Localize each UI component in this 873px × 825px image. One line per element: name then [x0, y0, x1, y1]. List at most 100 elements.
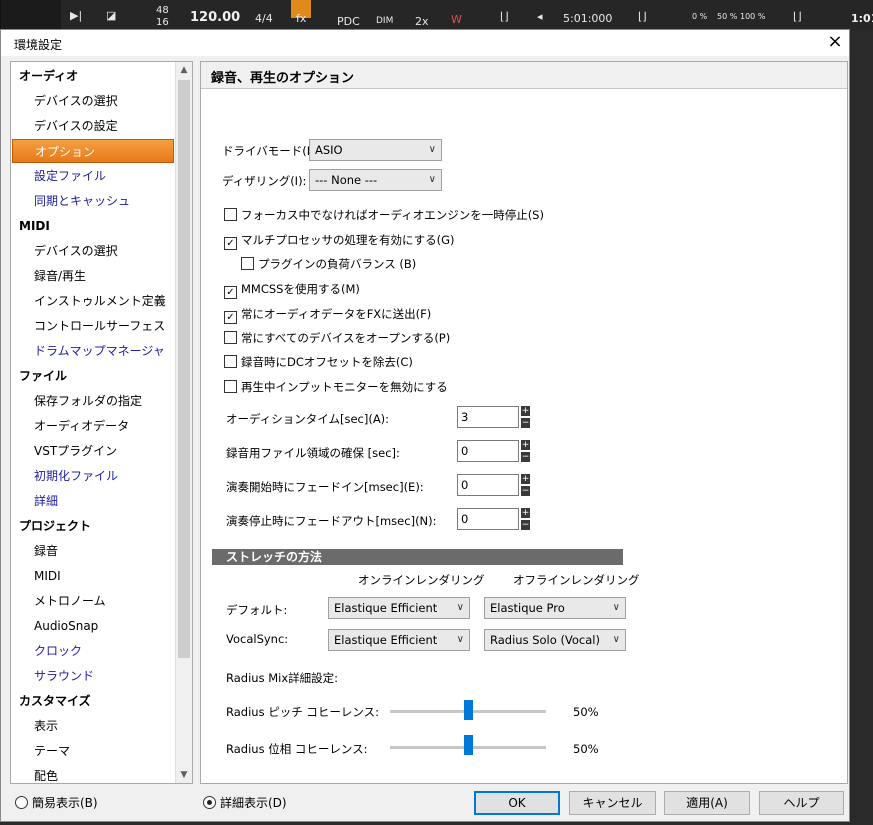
pitch-coherence-label: Radius ピッチ コヒーレンス:	[226, 705, 380, 719]
dithering-value: --- None ---	[315, 173, 378, 187]
tree-category[interactable]: カスタマイズ	[11, 689, 184, 713]
option-checkbox[interactable]: 常にすべてのデバイスをオープンする(P)	[224, 330, 450, 346]
loop-start-icon[interactable]: ⌊⌋	[500, 10, 509, 23]
tree-item[interactable]: 配色	[11, 764, 176, 783]
chevron-down-icon: ∨	[612, 602, 620, 613]
numeric-label: オーディションタイム[sec](A):	[226, 412, 390, 426]
spin-buttons: + −	[521, 474, 530, 496]
simple-view-radio[interactable]: 簡易表示(B)	[15, 796, 98, 810]
tree-item[interactable]: 保存フォルダの指定	[11, 389, 176, 413]
pdc-button[interactable]: PDC	[337, 15, 360, 28]
scroll-up-icon[interactable]: ▲	[176, 62, 192, 78]
punch-icon[interactable]: ⌊⌋	[638, 10, 647, 23]
pitch-coherence-thumb[interactable]	[464, 700, 473, 720]
tree-category[interactable]: プロジェクト	[11, 514, 184, 538]
tree-item[interactable]: インストゥルメント定義	[11, 289, 176, 313]
phase-coherence-thumb[interactable]	[464, 735, 473, 755]
tree-item[interactable]: デバイスの設定	[11, 114, 176, 138]
spin-buttons: + −	[521, 508, 530, 530]
tree-item[interactable]: オーディオデータ	[11, 414, 176, 438]
play-icon[interactable]: ▶|	[70, 9, 82, 22]
tree-item[interactable]: 設定ファイル	[11, 164, 176, 188]
checkbox-icon	[224, 355, 237, 368]
default-online-value: Elastique Efficient	[334, 601, 438, 615]
checkbox-label: フォーカス中でなければオーディオエンジンを一時停止(S)	[241, 208, 544, 222]
marker-icon[interactable]: ◂	[537, 10, 543, 23]
tree-item[interactable]: MIDI	[11, 564, 176, 588]
chevron-down-icon: ∨	[456, 634, 464, 645]
default-online-select[interactable]: Elastique Efficient ∨	[328, 597, 470, 619]
tree-scrollbar[interactable]: ▲ ▼	[175, 62, 192, 783]
checkbox-icon	[224, 331, 237, 344]
option-checkbox[interactable]: プラグインの負荷バランス (B)	[241, 256, 416, 272]
plus-icon[interactable]: +	[521, 508, 530, 518]
minus-icon[interactable]: −	[521, 452, 530, 462]
ok-button[interactable]: OK	[474, 791, 560, 815]
detail-view-radio[interactable]: 詳細表示(D)	[203, 796, 287, 810]
minus-icon[interactable]: −	[521, 418, 530, 428]
option-checkbox[interactable]: 再生中インプットモニターを無効にする	[224, 379, 448, 395]
tree-item[interactable]: コントロールサーフェス	[11, 314, 176, 338]
minus-icon[interactable]: −	[521, 520, 530, 530]
scrollbar-thumb[interactable]	[178, 80, 190, 658]
checkmark-icon: ✓	[224, 311, 237, 324]
dithering-select[interactable]: --- None --- ∨	[309, 169, 442, 191]
tree-item[interactable]: 録音	[11, 539, 176, 563]
vocalsync-offline-select[interactable]: Radius Solo (Vocal) ∨	[484, 629, 626, 651]
tree-item[interactable]: 初期化ファイル	[11, 464, 176, 488]
tree-item[interactable]: サラウンド	[11, 664, 176, 688]
plus-icon[interactable]: +	[521, 440, 530, 450]
tree-item[interactable]: メトロノーム	[11, 589, 176, 613]
tree-item[interactable]: VSTプラグイン	[11, 439, 176, 463]
time-signature[interactable]: 4/4	[255, 12, 273, 25]
tree-item[interactable]: 録音/再生	[11, 264, 176, 288]
plus-icon[interactable]: +	[521, 406, 530, 416]
checkbox-icon	[241, 257, 254, 270]
tree-item[interactable]: AudioSnap	[11, 614, 176, 638]
chevron-down-icon: ∨	[612, 634, 620, 645]
tree-item[interactable]: 同期とキャッシュ	[11, 189, 176, 213]
scroll-down-icon[interactable]: ▼	[176, 767, 192, 783]
minus-icon[interactable]: −	[521, 486, 530, 496]
driver-mode-select[interactable]: ASIO ∨	[309, 139, 442, 161]
daw-toolbar-left	[0, 0, 61, 30]
cancel-button[interactable]: キャンセル	[569, 791, 656, 815]
dim-button[interactable]: DIM	[376, 16, 393, 26]
tree-item[interactable]: オプション	[12, 139, 174, 163]
option-checkbox[interactable]: ✓ MMCSSを使用する(M)	[224, 281, 360, 299]
position-display[interactable]: 5:01:000	[563, 12, 612, 25]
tree-item[interactable]: 詳細	[11, 489, 176, 513]
tree-category[interactable]: オーディオ	[11, 64, 184, 88]
tree-item[interactable]: デバイスの選択	[11, 89, 176, 113]
tree-category[interactable]: ファイル	[11, 364, 184, 388]
tree-item[interactable]: デバイスの選択	[11, 239, 176, 263]
tree-item[interactable]: テーマ	[11, 739, 176, 763]
apply-button[interactable]: 適用(A)	[664, 791, 750, 815]
close-icon[interactable]: ×	[823, 31, 847, 53]
tempo-display[interactable]: 120.00	[190, 10, 240, 25]
numeric-input[interactable]: 0	[457, 474, 519, 496]
zoom-button[interactable]: 2x	[415, 15, 429, 28]
tree-category[interactable]: MIDI	[11, 214, 184, 238]
numeric-input[interactable]: 0	[457, 508, 519, 530]
waveform-icon[interactable]: W	[451, 13, 462, 26]
numeric-input[interactable]: 0	[457, 440, 519, 462]
numeric-input[interactable]: 3	[457, 406, 519, 428]
option-checkbox[interactable]: ✓ マルチプロセッサの処理を有効にする(G)	[224, 232, 455, 250]
dialog-titlebar: 環境設定 ×	[1, 30, 849, 56]
option-checkbox[interactable]: 録音時にDCオフセットを除去(C)	[224, 354, 413, 370]
checkbox-label: 再生中インプットモニターを無効にする	[241, 380, 448, 394]
tree-item[interactable]: ドラムマップマネージャ	[11, 339, 176, 363]
option-checkbox[interactable]: ✓ 常にオーディオデータをFXに送出(F)	[224, 306, 431, 324]
metronome-icon[interactable]: ◪	[106, 9, 116, 22]
tree-item[interactable]: クロック	[11, 639, 176, 663]
plus-icon[interactable]: +	[521, 474, 530, 484]
default-offline-select[interactable]: Elastique Pro ∨	[484, 597, 626, 619]
help-button[interactable]: ヘルプ	[759, 791, 844, 815]
dithering-label: ディザリング(I):	[222, 174, 307, 188]
option-checkbox[interactable]: フォーカス中でなければオーディオエンジンを一時停止(S)	[224, 207, 544, 223]
vocalsync-online-select[interactable]: Elastique Efficient ∨	[328, 629, 470, 651]
numeric-label: 演奏停止時にフェードアウト[msec](N):	[226, 514, 437, 528]
tree-item[interactable]: 表示	[11, 714, 176, 738]
snap-icon[interactable]: ⌊⌋	[793, 10, 802, 23]
